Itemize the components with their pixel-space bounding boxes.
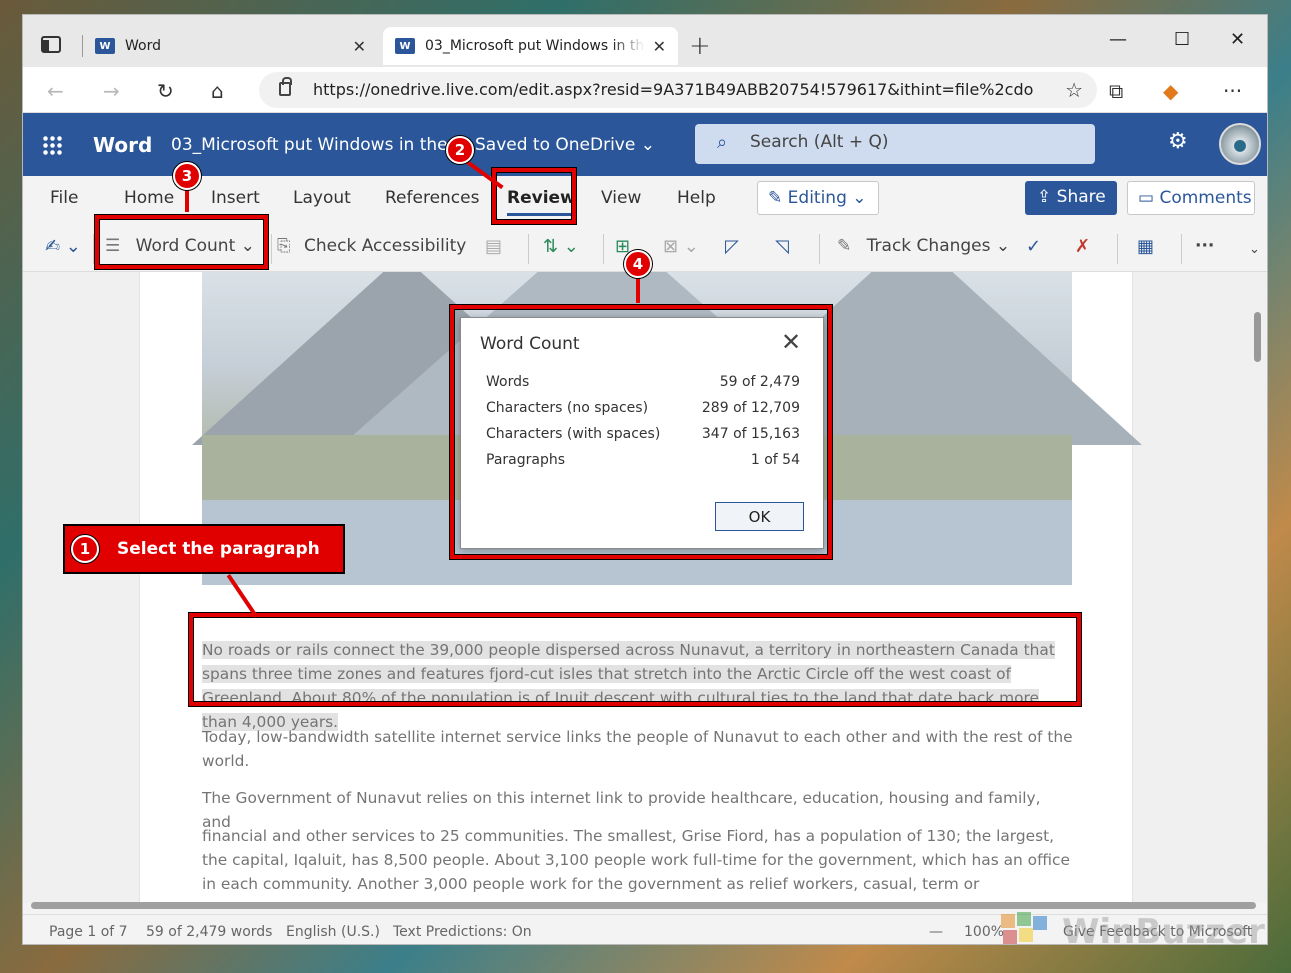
tab-label: Word <box>125 38 161 54</box>
read-aloud-icon[interactable]: ▤ <box>485 236 502 257</box>
address-bar: ← → ↻ ⌂ https://onedrive.live.com/edit.a… <box>23 67 1267 113</box>
forward-icon[interactable]: → <box>103 79 120 103</box>
toolbar-separator <box>1181 234 1182 264</box>
tab-label: 03_Microsoft put Windows in the <box>425 38 645 54</box>
back-icon[interactable]: ← <box>47 79 64 103</box>
step-badge-4: 4 <box>624 250 652 278</box>
tab-help[interactable]: Help <box>677 188 716 208</box>
highlight-review-tab <box>492 168 576 224</box>
next-comment-icon[interactable]: ◹ <box>775 236 789 257</box>
home-icon[interactable]: ⌂ <box>211 79 224 103</box>
close-window-icon[interactable]: ✕ <box>1230 29 1245 50</box>
avatar[interactable] <box>1219 123 1261 165</box>
browser-tab-document[interactable]: W 03_Microsoft put Windows in the ✕ <box>383 27 678 65</box>
lock-icon[interactable] <box>279 77 292 96</box>
toolbar-separator <box>819 234 820 264</box>
highlight-word-count <box>95 215 268 269</box>
proofing-icon[interactable]: ✍ ⌄ <box>45 236 81 257</box>
text-predictions-indicator[interactable]: Text Predictions: On <box>393 924 532 940</box>
toolbar-separator <box>271 234 272 264</box>
collections-icon[interactable]: ⧉ <box>1109 79 1123 103</box>
previous-comment-icon[interactable]: ◸ <box>725 236 739 257</box>
app-launcher-icon[interactable] <box>42 135 62 155</box>
maximize-icon[interactable]: ☐ <box>1174 29 1190 50</box>
url-text: https://onedrive.live.com/edit.aspx?resi… <box>313 80 1033 99</box>
winbuzzer-logo-icon <box>1001 912 1047 944</box>
new-tab-icon[interactable]: + <box>689 31 711 61</box>
more-options-icon[interactable]: ··· <box>1223 79 1242 103</box>
highlight-dialog <box>450 305 832 559</box>
tab-separator <box>82 35 83 57</box>
tab-layout[interactable]: Layout <box>293 188 351 208</box>
step1-label: Select the paragraph <box>117 539 320 559</box>
refresh-icon[interactable]: ↻ <box>157 79 174 103</box>
accessibility-icon: ⎘ <box>277 236 291 256</box>
highlight-paragraph <box>189 613 1081 706</box>
linkedin-resume-icon[interactable]: ▦ <box>1137 236 1154 257</box>
search-icon: ⌕ <box>717 132 728 153</box>
toolbar-separator <box>528 234 529 264</box>
watermark-text: WinBuzzer <box>1062 912 1265 952</box>
zoom-out-icon[interactable]: — <box>929 924 943 940</box>
check-accessibility-button[interactable]: ⎘ Check Accessibility <box>277 236 466 256</box>
delete-comment-icon[interactable]: ⊠ ⌄ <box>663 236 699 257</box>
track-changes-icon: ✎ <box>837 236 852 256</box>
tab-view[interactable]: View <box>601 188 641 208</box>
close-tab-icon[interactable]: ✕ <box>653 37 666 56</box>
tab-strip: W Word ✕ W 03_Microsoft put Windows in t… <box>23 15 1267 67</box>
save-status[interactable]: Saved to OneDrive ⌄ <box>475 135 655 155</box>
word-app-icon: W <box>95 38 115 54</box>
comments-button[interactable]: ▭ Comments <box>1127 181 1255 215</box>
search-input[interactable] <box>750 132 1070 152</box>
search-box[interactable]: ⌕ <box>695 124 1095 164</box>
url-field[interactable]: https://onedrive.live.com/edit.aspx?resi… <box>259 72 1097 108</box>
tab-home[interactable]: Home <box>124 188 174 208</box>
toolbar-separator <box>1117 234 1118 264</box>
tab-references[interactable]: References <box>385 188 479 208</box>
horizontal-scrollbar[interactable] <box>31 902 1256 909</box>
tab-insert[interactable]: Insert <box>211 188 260 208</box>
document-title[interactable]: 03_Microsoft put Windows in the ... <box>171 135 469 155</box>
expand-ribbon-icon[interactable]: ⌄ <box>1249 242 1260 257</box>
browser-tab-word[interactable]: W Word ✕ <box>93 27 378 65</box>
vertical-scrollbar[interactable] <box>1254 312 1261 362</box>
editing-mode-button[interactable]: ✎ Editing ⌄ <box>757 181 879 215</box>
word-count-indicator[interactable]: 59 of 2,479 words <box>146 924 272 940</box>
accept-change-icon[interactable]: ✓ <box>1026 236 1041 257</box>
track-changes-button[interactable]: ✎ Track Changes ⌄ <box>837 236 1010 256</box>
annotation-arrow <box>636 277 640 303</box>
annotation-arrow <box>185 190 189 212</box>
step-badge-2: 2 <box>446 136 474 164</box>
step1-callout: 1 Select the paragraph <box>63 524 345 574</box>
minimize-icon[interactable]: — <box>1109 29 1127 50</box>
language-indicator[interactable]: English (U.S.) <box>286 924 380 940</box>
share-button[interactable]: ⇪ Share <box>1025 181 1117 215</box>
close-tab-icon[interactable]: ✕ <box>353 37 366 56</box>
reject-change-icon[interactable]: ✗ <box>1075 236 1090 257</box>
word-header: Word 03_Microsoft put Windows in the ...… <box>23 113 1267 176</box>
word-app-icon: W <box>395 38 415 54</box>
tab-file[interactable]: File <box>50 188 78 208</box>
app-name: Word <box>93 133 153 157</box>
gear-icon[interactable]: ⚙ <box>1168 129 1188 154</box>
tab-actions-icon[interactable] <box>41 36 61 53</box>
favorite-star-icon[interactable]: ☆ <box>1065 78 1083 102</box>
translate-icon[interactable]: ⇅ ⌄ <box>543 236 579 257</box>
page-indicator[interactable]: Page 1 of 7 <box>49 924 128 940</box>
more-options-button[interactable]: ··· <box>1195 236 1214 256</box>
step-badge-3: 3 <box>173 162 201 190</box>
extension-icon[interactable]: ◆ <box>1163 79 1178 103</box>
toolbar-separator <box>93 234 94 264</box>
step-badge-1: 1 <box>71 535 99 563</box>
toolbar-separator <box>603 234 604 264</box>
